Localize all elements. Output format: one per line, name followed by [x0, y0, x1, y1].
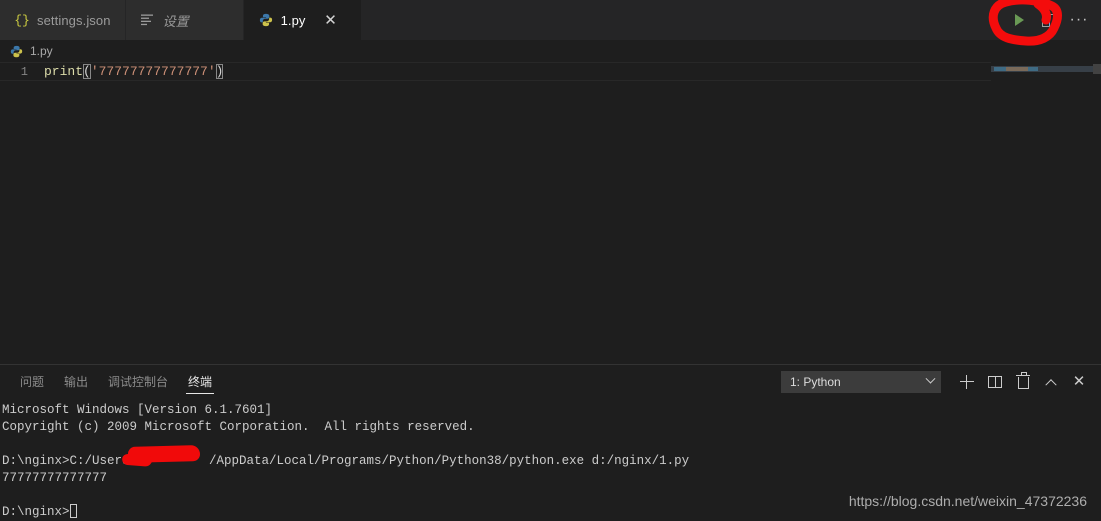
code-token-open-paren: (	[83, 63, 91, 79]
panel-tab-label: 问题	[20, 375, 45, 389]
terminal-line: Copyright (c) 2009 Microsoft Corporation…	[2, 420, 475, 434]
panel-tab-debug-console[interactable]: 调试控制台	[98, 365, 178, 398]
editor-tab-bar: {} settings.json 设置 1.py ✕ ···	[0, 0, 1101, 40]
panel-tab-label: 终端	[188, 375, 213, 389]
panel-tab-label: 调试控制台	[108, 375, 169, 389]
code-token-close-paren: )	[215, 63, 224, 79]
breadcrumb-path: 1.py	[30, 44, 53, 58]
editor-area: 1 print('77777777777777')	[0, 62, 1101, 364]
tab-label: settings.json	[37, 12, 111, 28]
tab-bar-filler	[361, 0, 1005, 40]
split-editor-button[interactable]	[1035, 6, 1063, 34]
run-python-file-button[interactable]	[1005, 6, 1033, 34]
panel-tab-output[interactable]: 输出	[54, 365, 98, 398]
panel-tab-label: 输出	[64, 375, 89, 389]
tab-label: 1.py	[280, 12, 306, 28]
play-icon	[1014, 14, 1024, 26]
tab-1-py[interactable]: 1.py ✕	[243, 0, 362, 40]
more-actions-button[interactable]: ···	[1065, 6, 1093, 34]
editor-actions: ···	[1005, 0, 1101, 40]
tab-label: 设置	[162, 13, 189, 29]
split-terminal-button[interactable]	[981, 368, 1009, 396]
vscode-window: {} settings.json 设置 1.py ✕ ··· 1.py 1 pr…	[0, 0, 1101, 521]
panel-tabs: 问题 输出 调试控制台 终端	[10, 365, 222, 398]
kill-terminal-button[interactable]	[1009, 368, 1037, 396]
terminal-command-suffix: /AppData/Local/Programs/Python/Python38/…	[209, 454, 690, 468]
chevron-down-icon	[925, 373, 936, 384]
minimap[interactable]	[991, 62, 1101, 364]
terminal-command-prefix: D:\nginx>C:/Users/	[2, 454, 138, 468]
json-braces-icon: {}	[14, 12, 30, 28]
ellipsis-icon: ···	[1069, 11, 1089, 28]
tab-settings-json[interactable]: {} settings.json	[0, 0, 126, 40]
maximize-panel-button[interactable]	[1037, 368, 1065, 396]
python-icon	[8, 43, 24, 59]
redaction-annotation	[127, 445, 201, 463]
plus-icon	[960, 374, 974, 389]
terminal-selector-value: 1: Python	[790, 374, 841, 389]
code-token-function: print	[44, 63, 84, 79]
split-editor-icon	[1041, 13, 1057, 27]
watermark: https://blog.csdn.net/weixin_47372236	[848, 493, 1087, 509]
python-icon	[258, 12, 274, 28]
close-panel-button[interactable]: ✕	[1065, 368, 1093, 396]
trash-icon	[1016, 372, 1030, 389]
terminal-cursor	[69, 504, 77, 518]
panel-tab-problems[interactable]: 问题	[10, 365, 54, 398]
terminal-prompt: D:\nginx>	[2, 505, 70, 519]
split-icon	[988, 375, 1002, 388]
terminal-line: Microsoft Windows [Version 6.1.7601]	[2, 403, 273, 417]
close-icon[interactable]: ✕	[323, 12, 339, 28]
chevron-up-icon	[1045, 378, 1057, 390]
code-line-1[interactable]: 1 print('77777777777777')	[0, 62, 991, 81]
terminal-selector-dropdown[interactable]: 1: Python	[781, 370, 941, 393]
panel-actions: 1: Python ✕	[781, 365, 1101, 398]
settings-list-icon	[140, 12, 156, 28]
new-terminal-button[interactable]	[953, 368, 981, 396]
panel-header-filler	[222, 365, 781, 398]
minimap-code-preview	[994, 67, 1056, 71]
editor-text-area[interactable]: 1 print('77777777777777')	[0, 62, 991, 364]
code-token-string: '77777777777777'	[90, 63, 216, 79]
breadcrumb[interactable]: 1.py	[0, 40, 1101, 62]
terminal-program-output: 77777777777777	[2, 471, 108, 485]
panel-header: 问题 输出 调试控制台 终端 1: Python ✕	[0, 365, 1101, 398]
editor-scrollbar[interactable]	[1093, 64, 1101, 74]
line-number: 1	[20, 64, 28, 79]
tab-settings-ui[interactable]: 设置	[125, 0, 244, 40]
code-content: print('77777777777777')	[44, 63, 224, 80]
close-icon: ✕	[1072, 373, 1086, 390]
panel-tab-terminal[interactable]: 终端	[178, 365, 222, 398]
